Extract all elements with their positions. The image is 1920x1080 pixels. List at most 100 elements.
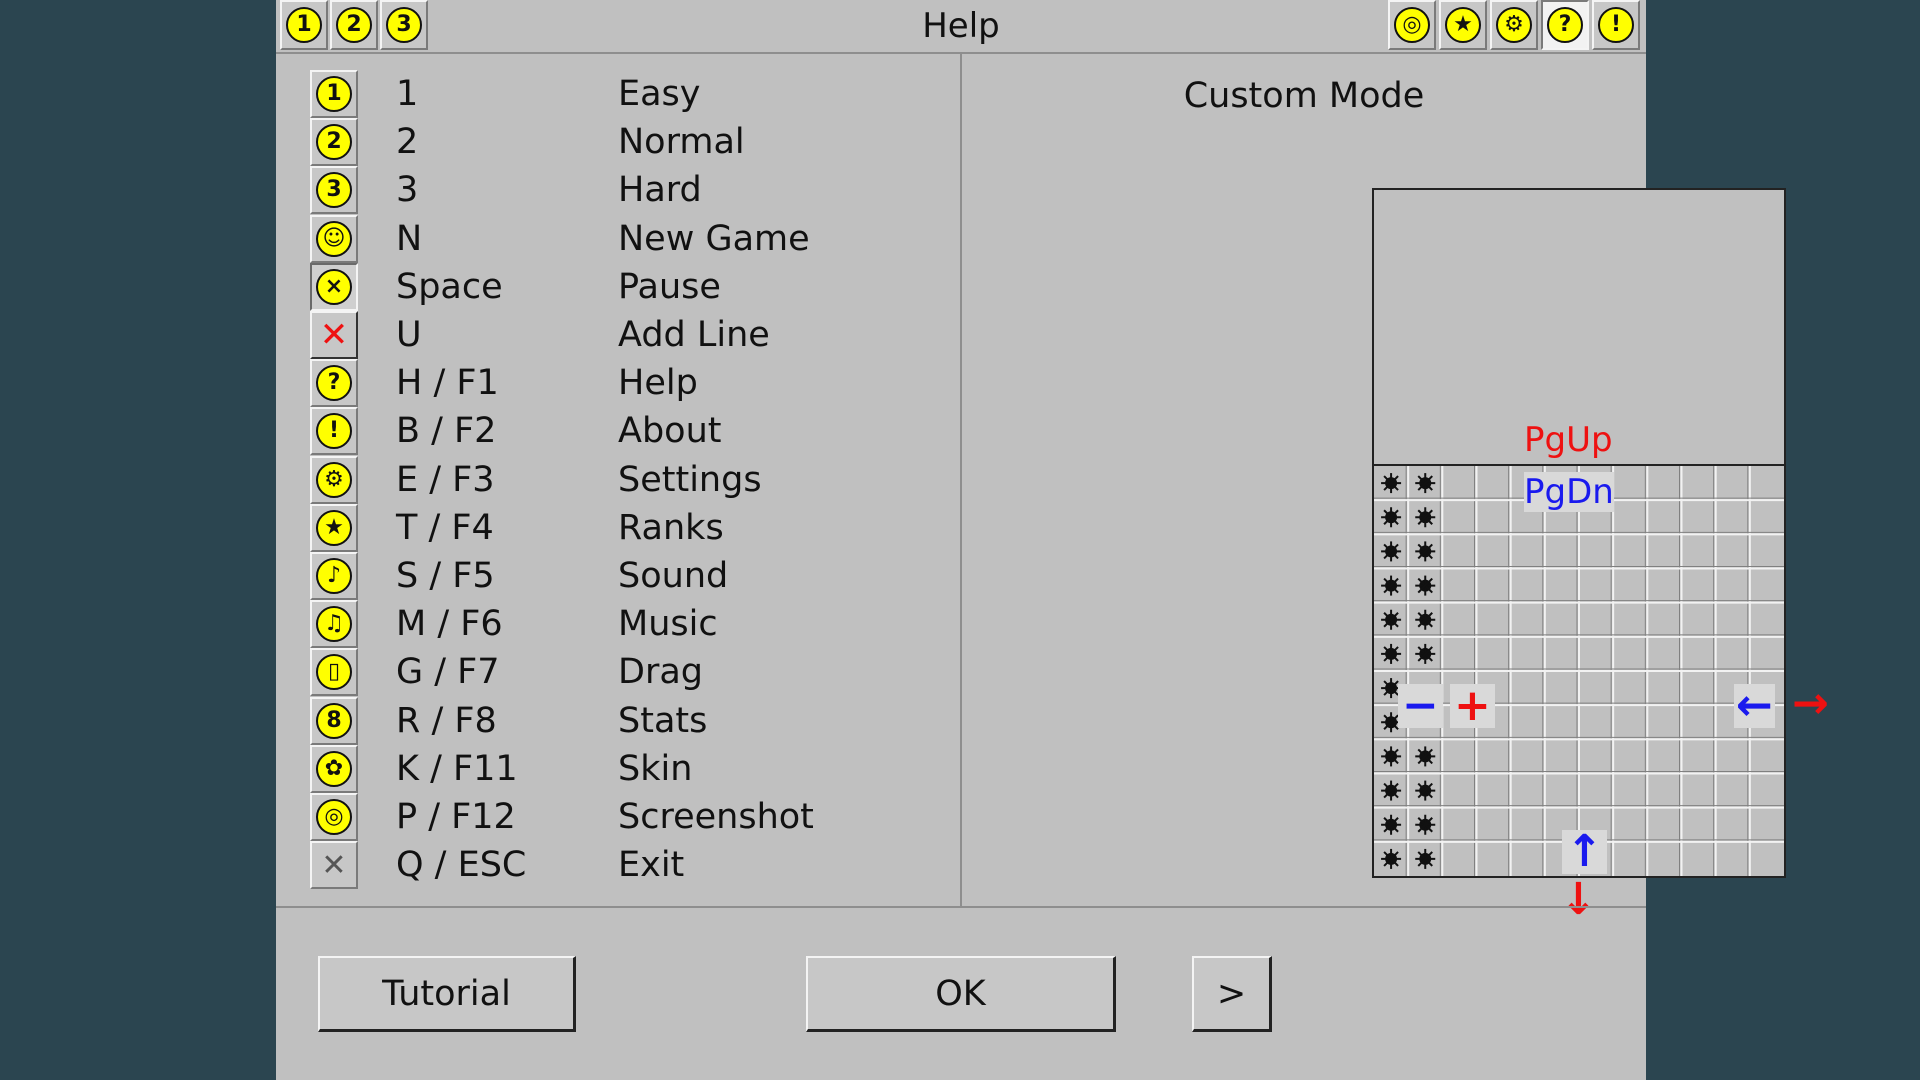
minus-icon[interactable]: − <box>1398 684 1443 728</box>
shortcut-action: About <box>618 411 722 452</box>
shortcut-key: Space <box>396 266 503 307</box>
shortcut-row: ✿ K / F11 Skin <box>310 744 950 793</box>
shortcut-action: Stats <box>618 700 708 741</box>
shortcut-action: Skin <box>618 748 693 789</box>
shortcut-key: P / F12 <box>396 797 516 837</box>
mine-icon <box>1415 848 1436 869</box>
shortcut-icon-box: ? <box>310 359 358 408</box>
shortcut-icon-box: 3 <box>310 166 358 215</box>
shortcut-icon-box: ⚙ <box>310 455 358 504</box>
shortcut-row: ⚙ E / F3 Settings <box>310 455 950 504</box>
shortcut-action: New Game <box>618 218 810 259</box>
shortcut-row: ♪ S / F5 Sound <box>310 552 950 600</box>
shortcut-row: 2 2 Normal <box>310 118 950 167</box>
shortcut-row: ♫ M / F6 Music <box>310 600 950 649</box>
shortcut-icon-box: ✕ <box>310 841 358 890</box>
shortcut-row: ☺ N New Game <box>310 214 950 263</box>
shortcut-action: Exit <box>618 845 685 886</box>
shortcut-key: Q / ESC <box>396 845 527 886</box>
mine-icon <box>1381 575 1402 596</box>
mine-icon <box>1415 746 1436 767</box>
left-arrow-icon[interactable]: ← <box>1734 684 1775 728</box>
shortcut-key: H / F1 <box>396 363 499 404</box>
mine-icon <box>1415 780 1436 801</box>
down-arrow-icon[interactable]: ↓ <box>1560 878 1597 922</box>
mine-icon <box>1381 814 1402 835</box>
up-arrow-icon[interactable]: ↑ <box>1562 830 1607 874</box>
shortcut-action: Pause <box>618 266 721 307</box>
right-arrow-icon[interactable]: → <box>1792 682 1829 726</box>
shortcut-key: M / F6 <box>396 604 503 645</box>
help-button[interactable]: ? <box>1541 0 1589 50</box>
shortcut-icon-box: ☺ <box>310 214 358 263</box>
shortcut-key: 2 <box>396 122 419 163</box>
tutorial-button[interactable]: Tutorial <box>318 956 576 1032</box>
shortcut-icon-box: 8 <box>310 696 358 745</box>
mine-icon <box>1381 541 1402 562</box>
shortcut-action: Sound <box>618 556 729 596</box>
star-icon: ★ <box>316 509 352 546</box>
custom-board-preview: PgUp PgDn − + ← ↑ <box>1372 188 1786 878</box>
gear-icon: ⚙ <box>1496 7 1532 43</box>
speaker-icon: ♪ <box>316 558 352 594</box>
help-icon: ? <box>1547 7 1583 43</box>
palette-icon: ✿ <box>316 750 352 787</box>
camera-icon: ◎ <box>1394 7 1430 43</box>
plus-icon[interactable]: + <box>1450 684 1495 728</box>
shortcut-icon-box: ✿ <box>310 744 358 793</box>
shortcut-action: Screenshot <box>618 797 814 837</box>
mine-icon <box>1415 507 1436 528</box>
shortcut-icon-box: 1 <box>310 70 358 118</box>
camera-button[interactable]: ◎ <box>1388 0 1436 50</box>
shortcut-action: Normal <box>618 122 745 163</box>
custom-mode-title: Custom Mode <box>1183 76 1425 116</box>
shortcut-action: Easy <box>618 74 701 114</box>
shortcut-row: ! B / F2 About <box>310 407 950 456</box>
question-icon: ? <box>316 365 352 402</box>
shortcut-row: ? H / F1 Help <box>310 359 950 408</box>
mine-icon <box>1381 780 1402 801</box>
shortcut-key: G / F7 <box>396 652 500 693</box>
pgdn-label: PgDn <box>1524 472 1614 512</box>
stats-counter-icon: 8 <box>316 702 352 739</box>
shortcut-row: 8 R / F8 Stats <box>310 696 950 745</box>
mine-icon <box>1381 473 1402 494</box>
shortcut-key: E / F3 <box>396 459 495 500</box>
help-dialog: 1 2 3 Help ◎ ★ ⚙?! 1 1 Easy 2 2 Normal 3 3 Hard ☺ N New… <box>276 0 1829 1080</box>
shortcut-row: × Space Pause <box>310 262 950 311</box>
shortcut-icon-box: ★ <box>310 503 358 552</box>
shortcut-key: N <box>396 218 423 259</box>
shortcut-icon-box: ♫ <box>310 600 358 649</box>
shortcut-key: 3 <box>396 170 419 211</box>
board-grid <box>1374 464 1784 878</box>
gear-icon: ⚙ <box>316 461 352 498</box>
mine-icon <box>1381 609 1402 630</box>
digit-2-icon: 2 <box>316 124 352 161</box>
shortcut-key: K / F11 <box>396 748 518 789</box>
next-button[interactable]: > <box>1192 956 1272 1032</box>
board-grid-svg <box>1374 466 1784 876</box>
mouse-icon: ▯ <box>316 654 352 691</box>
shortcut-key: U <box>396 315 422 355</box>
mine-icon <box>1415 814 1436 835</box>
star-icon: ★ <box>1445 7 1481 43</box>
shortcut-row: ✕ Q / ESC Exit <box>310 841 950 890</box>
shortcut-row: 3 3 Hard <box>310 166 950 215</box>
mine-icon <box>1415 575 1436 596</box>
shortcut-action: Music <box>618 604 718 645</box>
star-button[interactable]: ★ <box>1439 0 1487 50</box>
shortcut-action: Add Line <box>618 315 770 355</box>
shortcut-key: 1 <box>396 74 419 114</box>
gear-button[interactable]: ⚙ <box>1490 0 1538 50</box>
mine-icon <box>1415 643 1436 664</box>
music-note-icon: ♫ <box>316 606 352 643</box>
mine-icon <box>1381 643 1402 664</box>
exclamation-button[interactable]: ! <box>1592 0 1640 50</box>
camera-icon: ◎ <box>316 799 352 835</box>
ok-button[interactable]: OK <box>806 956 1116 1032</box>
shortcut-icon-box: × <box>310 262 358 311</box>
shortcut-row: ▯ G / F7 Drag <box>310 648 950 697</box>
shortcut-action: Help <box>618 363 698 404</box>
smiley-icon: ☺ <box>316 220 352 257</box>
shortcut-key: B / F2 <box>396 411 497 452</box>
